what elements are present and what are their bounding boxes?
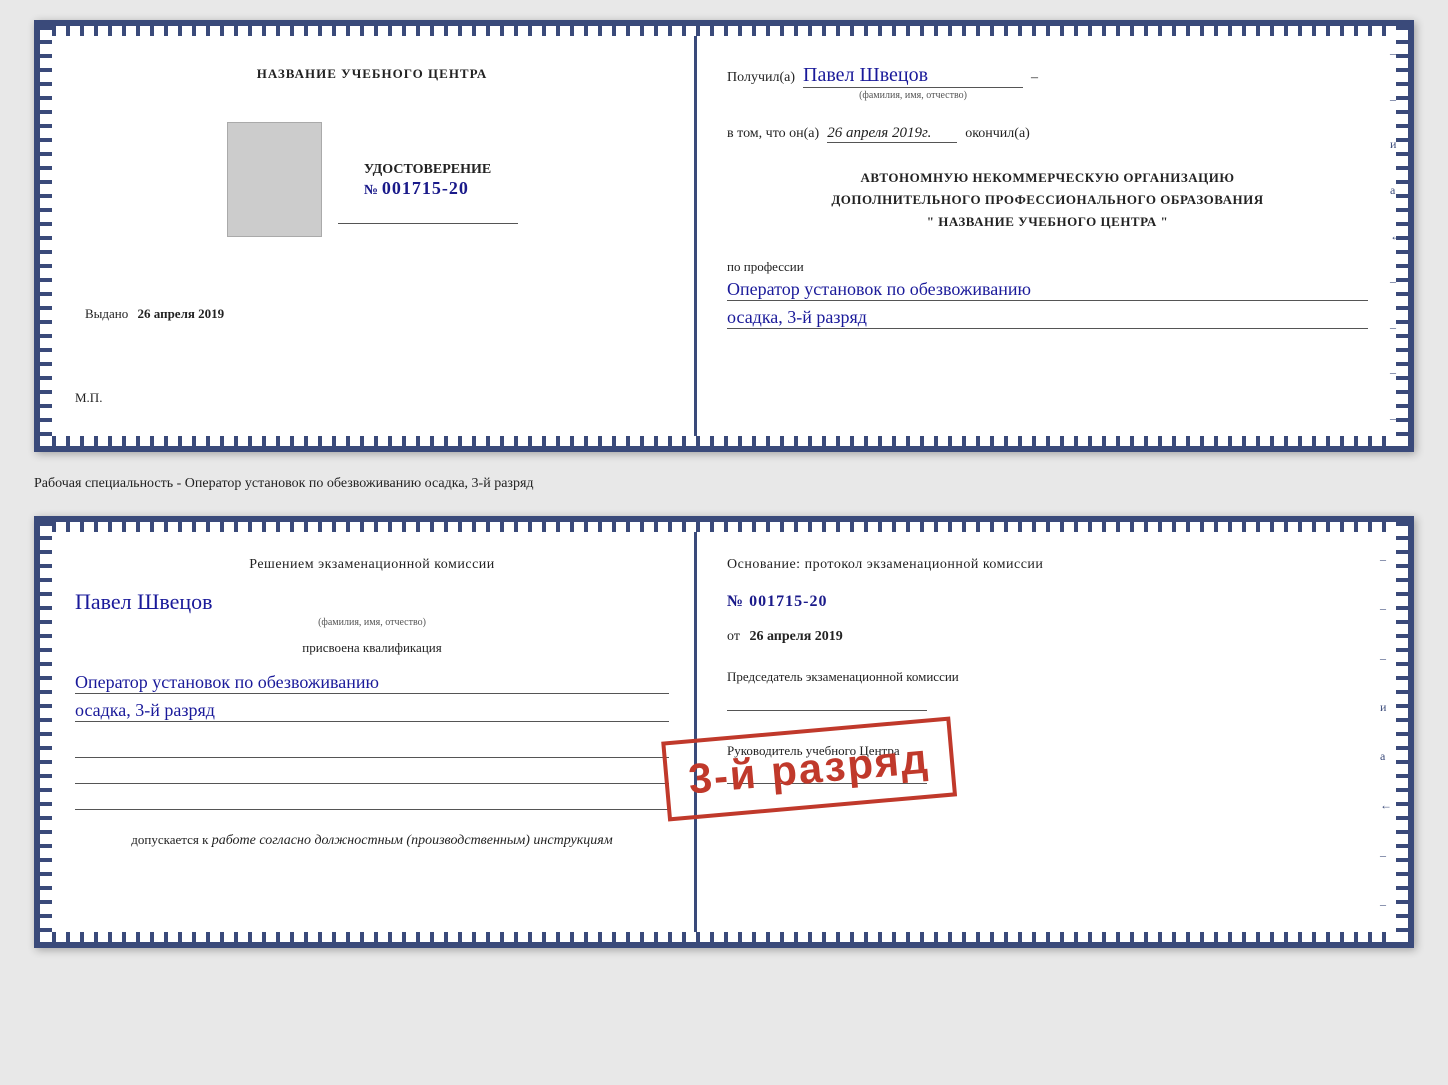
side-dashes: – – и а ← – – – – <box>1390 46 1398 426</box>
cert-label: УДОСТОВЕРЕНИЕ <box>364 162 491 178</box>
separation-text: Рабочая специальность - Оператор установ… <box>34 470 1414 498</box>
chairman-sign-line <box>727 693 927 711</box>
profession-label: по профессии <box>727 259 804 274</box>
bottom-name-sub: (фамилия, имя, отчество) <box>75 617 669 628</box>
org-block: АВТОНОМНУЮ НЕКОММЕРЧЕСКУЮ ОРГАНИЗАЦИЮ ДО… <box>727 167 1368 233</box>
top-doc-right: Получил(а) Павел Швецов (фамилия, имя, о… <box>697 36 1398 436</box>
finished-label: окончил(а) <box>965 126 1030 142</box>
bottom-side-dashes: – – – и а ← – – <box>1380 552 1388 912</box>
received-name-sub: (фамилия, имя, отчество) <box>803 90 1023 101</box>
decision-text: Решением экзаменационной комиссии <box>249 557 495 573</box>
received-dash: – <box>1031 70 1038 86</box>
certificate-number-block: УДОСТОВЕРЕНИЕ № 001715-20 <box>364 162 491 199</box>
org-line3: " НАЗВАНИЕ УЧЕБНОГО ЦЕНТРА " <box>727 211 1368 233</box>
from-date-value: 26 апреля 2019 <box>749 629 842 644</box>
received-label: Получил(а) <box>727 70 795 86</box>
photo-placeholder <box>227 122 322 237</box>
received-name: Павел Швецов <box>803 64 1023 88</box>
in-that-date: 26 апреля 2019г. <box>827 125 957 143</box>
protocol-number: № 001715-20 <box>727 593 1368 611</box>
org-line2: ДОПОЛНИТЕЛЬНОГО ПРОФЕССИОНАЛЬНОГО ОБРАЗО… <box>727 189 1368 211</box>
bottom-name: Павел Швецов <box>75 589 669 615</box>
cert-number: 001715-20 <box>382 178 469 199</box>
basis-text: Основание: протокол экзаменационной коми… <box>727 557 1368 573</box>
qualification-label: присвоена квалификация <box>302 640 441 656</box>
issued-date: 26 апреля 2019 <box>138 306 225 321</box>
in-that-label: в том, что он(а) <box>727 126 819 142</box>
sign-line-3 <box>75 792 669 810</box>
from-label: от <box>727 629 740 644</box>
bottom-document: Решением экзаменационной комиссии Павел … <box>34 516 1414 948</box>
issued-label: Выдано <box>85 306 128 321</box>
chairman-label: Председатель экзаменационной комиссии <box>727 667 1368 687</box>
qualification-line1: Оператор установок по обезвоживанию <box>75 672 669 694</box>
from-date-line: от 26 апреля 2019 <box>727 629 1368 645</box>
protocol-prefix: № <box>727 593 744 610</box>
sign-line-1 <box>75 740 669 758</box>
sign-line-2 <box>75 766 669 784</box>
sign-lines <box>75 740 669 810</box>
mp-stamp: М.П. <box>75 390 102 406</box>
allowed-label: допускается к <box>131 832 208 847</box>
profession-block: по профессии Оператор установок по обезв… <box>727 259 1368 329</box>
allowed-text: работе согласно должностным (производств… <box>212 833 613 848</box>
bottom-doc-left: Решением экзаменационной комиссии Павел … <box>50 532 697 932</box>
qualification-line2: осадка, 3-й разряд <box>75 700 669 722</box>
issued-line: Выдано 26 апреля 2019 <box>85 306 669 322</box>
protocol-num: 001715-20 <box>749 593 827 610</box>
cert-number-prefix: № <box>364 183 378 199</box>
top-doc-left: НАЗВАНИЕ УЧЕБНОГО ЦЕНТРА УДОСТОВЕРЕНИЕ №… <box>50 36 697 436</box>
separator-line <box>338 223 518 224</box>
allowed-block: допускается к работе согласно должностны… <box>131 832 612 849</box>
profession-line1: Оператор установок по обезвоживанию <box>727 279 1368 301</box>
stamp-text: 3-й разряд <box>687 735 932 804</box>
top-document: НАЗВАНИЕ УЧЕБНОГО ЦЕНТРА УДОСТОВЕРЕНИЕ №… <box>34 20 1414 452</box>
profession-line2: осадка, 3-й разряд <box>727 307 1368 329</box>
chairman-block: Председатель экзаменационной комиссии <box>727 667 1368 711</box>
training-center-title: НАЗВАНИЕ УЧЕБНОГО ЦЕНТРА <box>257 66 488 82</box>
org-line1: АВТОНОМНУЮ НЕКОММЕРЧЕСКУЮ ОРГАНИЗАЦИЮ <box>727 167 1368 189</box>
